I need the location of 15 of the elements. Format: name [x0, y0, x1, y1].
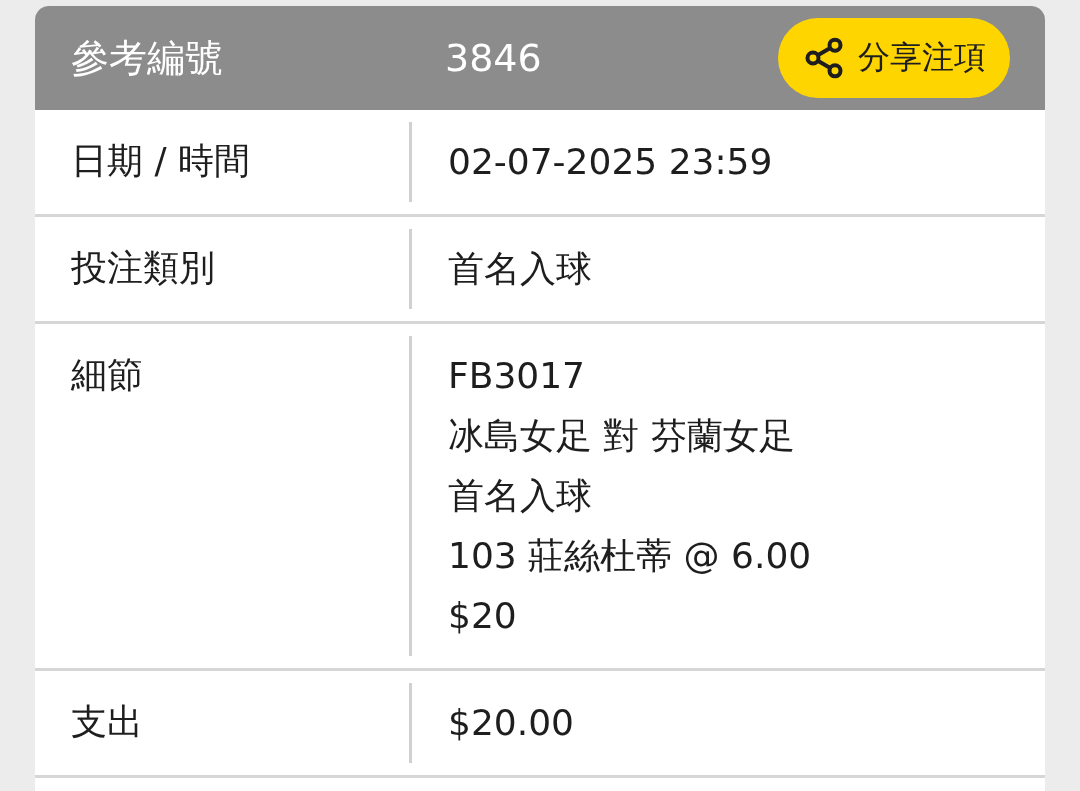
- reference-number: 3846: [445, 36, 543, 80]
- reference-label: 參考編號: [71, 34, 224, 82]
- field-value: $20: [448, 594, 518, 638]
- field-label: 細節: [70, 353, 144, 397]
- field-value: 103 莊絲杜蒂 @ 6.00: [448, 534, 812, 578]
- field-value: $20.00: [448, 701, 574, 745]
- field-value: 冰島女足 對 芬蘭女足: [448, 414, 796, 458]
- field-label: 支出: [70, 700, 144, 744]
- share-button[interactable]: 分享注項: [778, 18, 1010, 98]
- field-value: 首名入球: [448, 474, 593, 518]
- field-value: 02-07-2025 23:59: [448, 140, 773, 184]
- field-label: 投注類別: [70, 246, 216, 290]
- field-value: FB3017: [448, 354, 587, 398]
- field-label: 日期 / 時間: [70, 139, 251, 183]
- field-value: 首名入球: [448, 247, 592, 291]
